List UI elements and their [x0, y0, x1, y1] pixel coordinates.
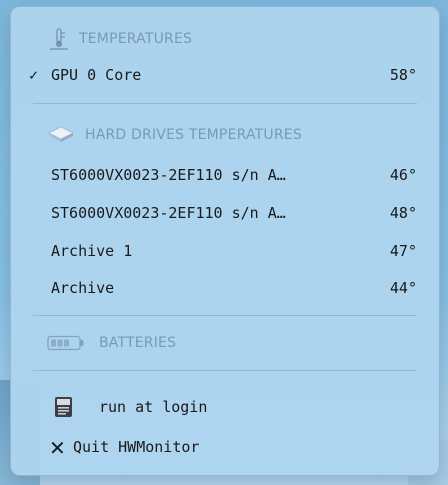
hard-drives-header: HARD DRIVES TEMPERATURES: [11, 120, 439, 150]
batteries-header-label: BATTERIES: [99, 335, 177, 351]
batteries-header: BATTERIES: [11, 328, 439, 358]
sensor-value: 44°: [389, 279, 417, 297]
quit-item[interactable]: ✕ Quit HWMonitor: [11, 432, 439, 462]
sensor-label: Archive 1: [51, 242, 133, 260]
menu-item-drive-2[interactable]: ST6000VX0023-2EF110 s/n A… 48°: [11, 198, 439, 228]
menu-item-gpu-0-core[interactable]: ✓ GPU 0 Core 58°: [11, 60, 439, 90]
run-at-login-item[interactable]: run at login: [11, 392, 439, 422]
battery-icon: [47, 335, 85, 355]
sensor-label: ST6000VX0023-2EF110 s/n A…: [51, 166, 286, 184]
sensor-value: 48°: [389, 204, 417, 222]
close-icon: ✕: [49, 436, 66, 460]
sensor-value: 46°: [389, 166, 417, 184]
run-at-login-label: run at login: [99, 398, 208, 416]
sensor-value: 58°: [389, 66, 417, 84]
temperatures-header: TEMPERATURES: [11, 24, 439, 54]
temperatures-header-label: TEMPERATURES: [79, 31, 193, 47]
sensor-label: GPU 0 Core: [51, 66, 142, 84]
menu-item-archive-1[interactable]: Archive 1 47°: [11, 236, 439, 266]
separator: [33, 103, 417, 104]
thermometer-icon: [47, 27, 71, 55]
hard-drive-icon: [47, 125, 75, 149]
checkmark-icon: ✓: [29, 66, 39, 84]
login-item-icon: [53, 396, 75, 422]
hwmonitor-menu: TEMPERATURES ✓ GPU 0 Core 58° HARD DRIVE…: [10, 6, 440, 476]
sensor-label: ST6000VX0023-2EF110 s/n A…: [51, 204, 286, 222]
menu-item-drive-1[interactable]: ST6000VX0023-2EF110 s/n A… 46°: [11, 160, 439, 190]
menu-item-archive[interactable]: Archive 44°: [11, 273, 439, 303]
quit-label: Quit HWMonitor: [73, 438, 200, 456]
sensor-label: Archive: [51, 279, 115, 297]
hard-drives-header-label: HARD DRIVES TEMPERATURES: [85, 127, 302, 143]
separator: [33, 370, 417, 371]
separator: [33, 315, 417, 316]
sensor-value: 47°: [389, 242, 417, 260]
